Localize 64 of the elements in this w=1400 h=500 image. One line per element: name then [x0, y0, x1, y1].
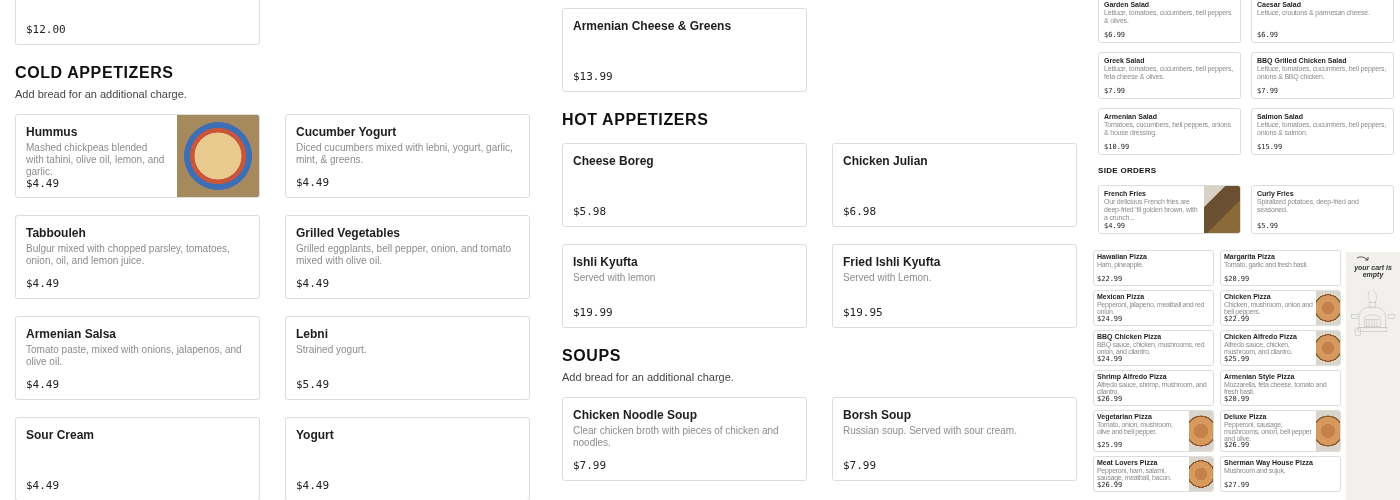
- item-price: $19.95: [843, 307, 883, 319]
- item-price: $12.00: [26, 24, 66, 36]
- menu-item-card[interactable]: Chicken Julian $6.98: [832, 143, 1077, 227]
- item-name: Armenian Salsa: [26, 327, 117, 341]
- menu-item-card[interactable]: Chicken Noodle Soup Clear chicken broth with pieces of chicken and noodles. $7.99: [562, 397, 807, 481]
- item-price: $4.49: [26, 480, 60, 492]
- menu-item-card[interactable]: Borsh Soup Russian soup. Served with sour cream. $7.99: [832, 397, 1077, 481]
- item-price: $5.49: [296, 379, 330, 391]
- item-price: $7.99: [573, 460, 607, 472]
- item-price: $5.98: [573, 206, 607, 218]
- item-name: Grilled Vegetables: [296, 226, 401, 240]
- menu-item-card[interactable]: Lebni Strained yogurt. $5.49: [285, 316, 530, 400]
- item-price: $4.49: [296, 177, 330, 189]
- item-description: Clear chicken broth with pieces of chicken and noodles.: [573, 425, 780, 449]
- curved-arrow-icon: [1356, 255, 1370, 263]
- item-price: $4.49: [26, 278, 60, 290]
- menu-item-card[interactable]: Hummus Mashed chickpeas blended with tahini, olive oil, lemon, and garlic. $4.49: [15, 114, 260, 198]
- item-name: Chicken Julian: [843, 154, 928, 168]
- section-note: Add bread for an additional charge.: [15, 88, 187, 100]
- menu-item-card[interactable]: Cheese Boreg $5.98: [562, 143, 807, 227]
- item-name: Borsh Soup: [843, 408, 911, 422]
- menu-item-card[interactable]: $12.00: [15, 0, 260, 45]
- item-description: Russian soup. Served with sour cream.: [843, 425, 1017, 437]
- item-description: Diced cucumbers mixed with lebni, yogurt, garlic, mint, & greens.: [296, 142, 514, 166]
- item-name: Yogurt: [296, 428, 334, 442]
- item-price: $4.49: [296, 480, 330, 492]
- item-description: Served with lemon: [573, 272, 656, 284]
- item-description: Mashed chickpeas blended with tahini, olive oil, lemon, and garlic.: [26, 142, 166, 178]
- item-price: $4.49: [296, 278, 330, 290]
- menu-item-card[interactable]: Armenian Cheese & Greens $13.99: [562, 8, 807, 92]
- item-name: Armenian Cheese & Greens: [573, 19, 732, 33]
- item-price: $6.98: [843, 206, 877, 218]
- item-description: Bulgur mixed with chopped parsley, tomatoes, onion, oil, and lemon juice.: [26, 243, 231, 267]
- item-name: Chicken Noodle Soup: [573, 408, 697, 422]
- menu-item-card[interactable]: Armenian Salsa Tomato paste, mixed with onions, jalapenos, and olive oil. $4.49: [15, 316, 260, 400]
- item-description: Tomato paste, mixed with onions, jalapenos, and olive oil.: [26, 344, 243, 368]
- menu-item-card[interactable]: Grilled Vegetables Grilled eggplants, bell pepper, onion, and tomato mixed with olive oil. $4.49: [285, 215, 530, 299]
- item-description: Served with Lemon.: [843, 272, 932, 284]
- item-price: $19.99: [573, 307, 613, 319]
- item-price: $4.49: [26, 379, 60, 391]
- item-name: Fried Ishli Kyufta: [843, 255, 941, 269]
- item-description: Grilled eggplants, bell pepper, onion, and tomato mixed with olive oil.: [296, 243, 513, 267]
- item-price: $7.99: [843, 460, 877, 472]
- item-name: Lebni: [296, 327, 328, 341]
- item-description: Strained yogurt.: [296, 344, 367, 356]
- menu-item-card[interactable]: Sour Cream $4.49: [15, 417, 260, 500]
- section-heading: COLD APPETIZERS: [15, 64, 174, 82]
- item-price: $13.99: [573, 71, 613, 83]
- section-heading: SOUPS: [562, 347, 621, 365]
- item-name: Sour Cream: [26, 428, 95, 442]
- section-heading: SIDE ORDERS: [1098, 166, 1157, 176]
- menu-item-card[interactable]: Fried Ishli Kyufta Served with Lemon. $19.95: [832, 244, 1077, 328]
- menu-item-card[interactable]: Cucumber Yogurt Diced cucumbers mixed with lebni, yogurt, garlic, mint, & greens. $4.49: [285, 114, 530, 198]
- item-name: Cucumber Yogurt: [296, 125, 397, 139]
- menu-item-card[interactable]: Ishli Kyufta Served with lemon $19.99: [562, 244, 807, 328]
- item-name: Cheese Boreg: [573, 154, 654, 168]
- item-price: $4.49: [26, 178, 60, 190]
- item-name: Hummus: [26, 125, 78, 139]
- item-name: Tabbouleh: [26, 226, 86, 240]
- menu-item-card[interactable]: Yogurt $4.49: [285, 417, 530, 500]
- section-note: Add bread for an additional charge.: [562, 371, 734, 383]
- menu-item-card[interactable]: Tabbouleh Bulgur mixed with chopped parsley, tomatoes, onion, oil, and lemon juice. $4.49: [15, 215, 260, 299]
- section-heading: HOT APPETIZERS: [562, 111, 709, 129]
- item-name: Ishli Kyufta: [573, 255, 638, 269]
